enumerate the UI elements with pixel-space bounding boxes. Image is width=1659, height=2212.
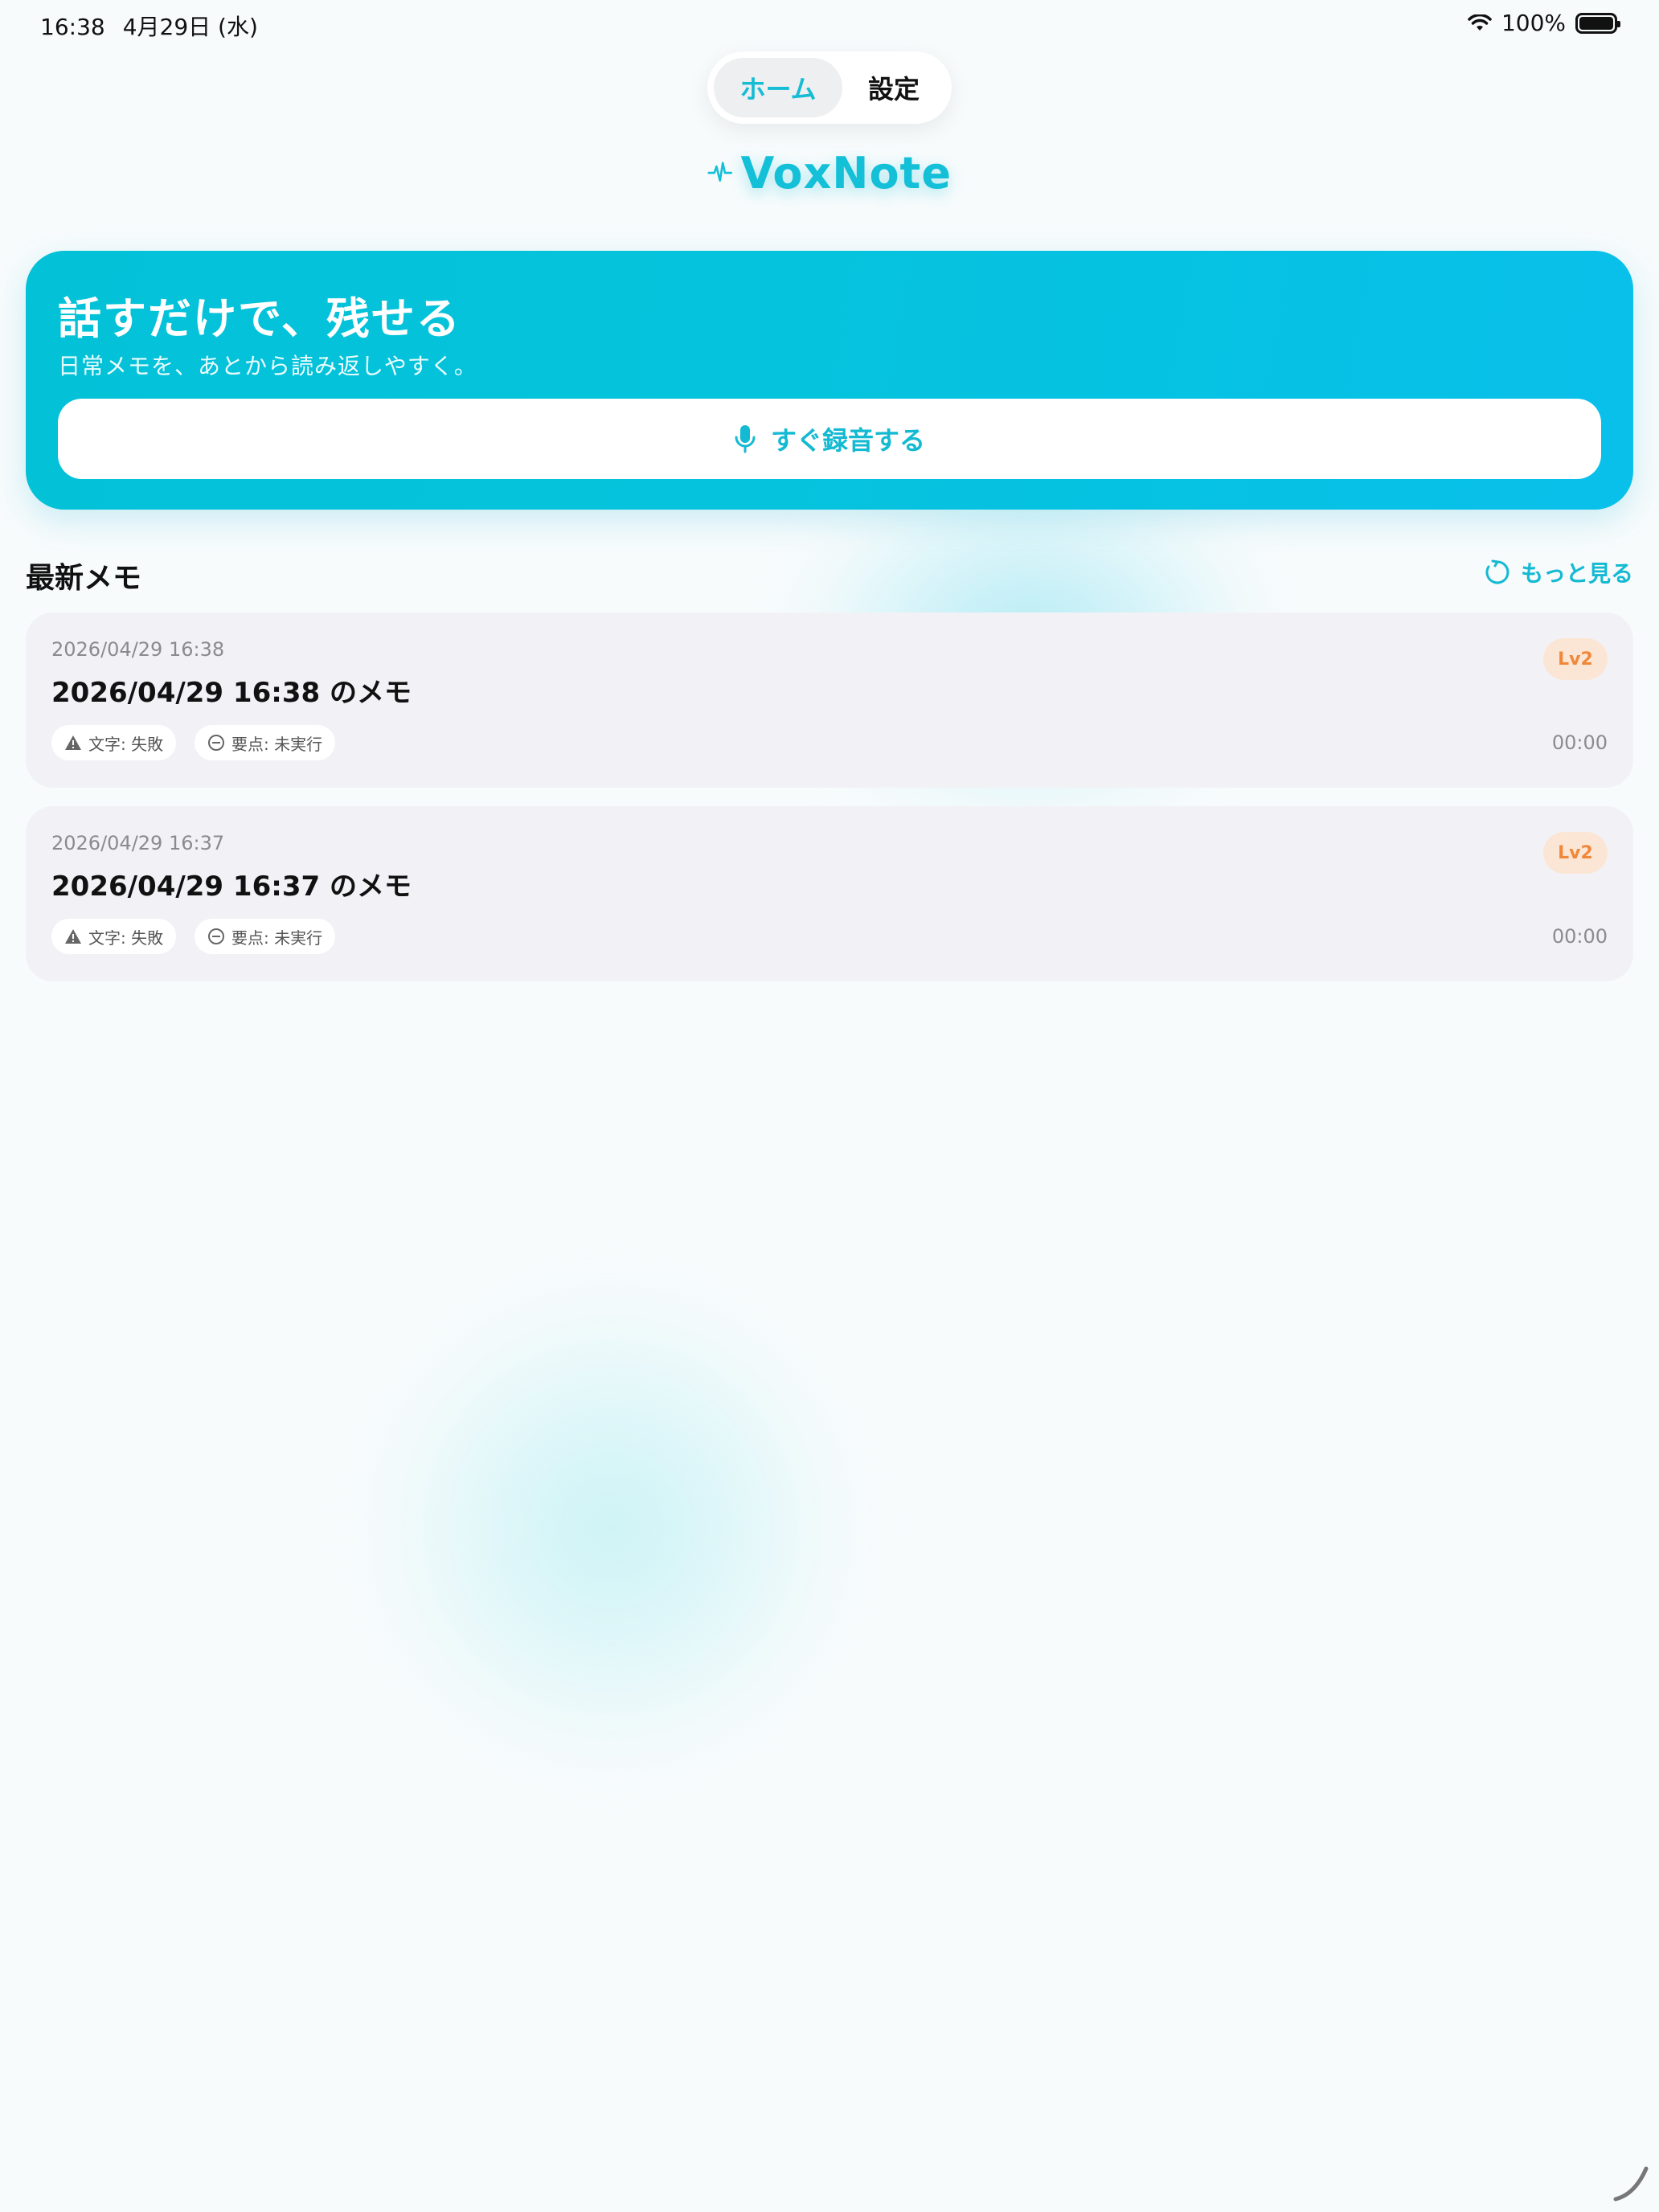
app-logo: VoxNote: [707, 145, 952, 201]
minus-circle-icon: [208, 735, 224, 751]
summary-status: 要点: 未実行: [231, 734, 323, 754]
wifi-icon: [1468, 14, 1492, 31]
memo-timestamp: 2026/04/29 16:38: [51, 638, 225, 661]
memo-title: 2026/04/29 16:38 のメモ: [51, 677, 412, 709]
logo-text: VoxNote: [740, 147, 952, 199]
transcript-status: 文字: 失敗: [88, 734, 164, 754]
status-clock: 16:38 4月29日 (水): [40, 10, 258, 42]
transcript-status: 文字: 失敗: [88, 928, 164, 948]
hero-subtitle: 日常メモを、あとから読み返しやすく。: [58, 353, 477, 379]
background-glow: [386, 1302, 836, 1752]
memo-card[interactable]: 2026/04/29 16:37 2026/04/29 16:37 のメモ Lv…: [26, 806, 1633, 981]
latest-memos-title: 最新メモ: [26, 562, 142, 595]
tab-settings[interactable]: 設定: [842, 58, 945, 117]
refresh-icon: [1485, 559, 1509, 584]
record-now-button[interactable]: すぐ録音する: [58, 399, 1601, 479]
warning-icon: [65, 929, 81, 944]
battery-percent: 100%: [1501, 10, 1566, 36]
transcript-status-chip: 文字: 失敗: [51, 919, 177, 954]
record-now-label: すぐ録音する: [770, 426, 925, 455]
battery-icon: [1575, 12, 1620, 34]
status-indicators: 100%: [1468, 10, 1620, 36]
memo-card[interactable]: 2026/04/29 16:38 2026/04/29 16:38 のメモ Lv…: [26, 612, 1633, 788]
memo-duration: 00:00: [1551, 925, 1608, 948]
summary-status-chip: 要点: 未実行: [195, 919, 336, 954]
status-date: 4月29日 (水): [122, 14, 258, 40]
waveform-icon: [707, 162, 733, 182]
see-more-link[interactable]: もっと見る: [1484, 556, 1633, 588]
status-bar: 16:38 4月29日 (水) 100%: [0, 0, 1659, 51]
memo-timestamp: 2026/04/29 16:37: [51, 832, 225, 854]
hero-card: 話すだけで、残せる 日常メモを、あとから読み返しやすく。 すぐ録音する: [26, 251, 1633, 510]
memo-duration: 00:00: [1551, 731, 1608, 754]
corner-grabber-icon: [1613, 2166, 1649, 2202]
transcript-status-chip: 文字: 失敗: [51, 725, 177, 760]
status-time: 16:38: [40, 14, 105, 40]
memo-title: 2026/04/29 16:37 のメモ: [51, 870, 412, 903]
tab-bar: ホーム 設定: [707, 51, 952, 124]
see-more-label: もっと見る: [1520, 560, 1633, 587]
microphone-icon: [735, 425, 756, 453]
level-badge: Lv2: [1543, 832, 1608, 874]
minus-circle-icon: [208, 928, 224, 944]
tab-home[interactable]: ホーム: [714, 58, 842, 117]
summary-status-chip: 要点: 未実行: [195, 725, 336, 760]
level-badge: Lv2: [1543, 638, 1608, 680]
summary-status: 要点: 未実行: [231, 928, 323, 948]
warning-icon: [65, 735, 81, 750]
hero-title: 話すだけで、残せる: [58, 293, 461, 344]
